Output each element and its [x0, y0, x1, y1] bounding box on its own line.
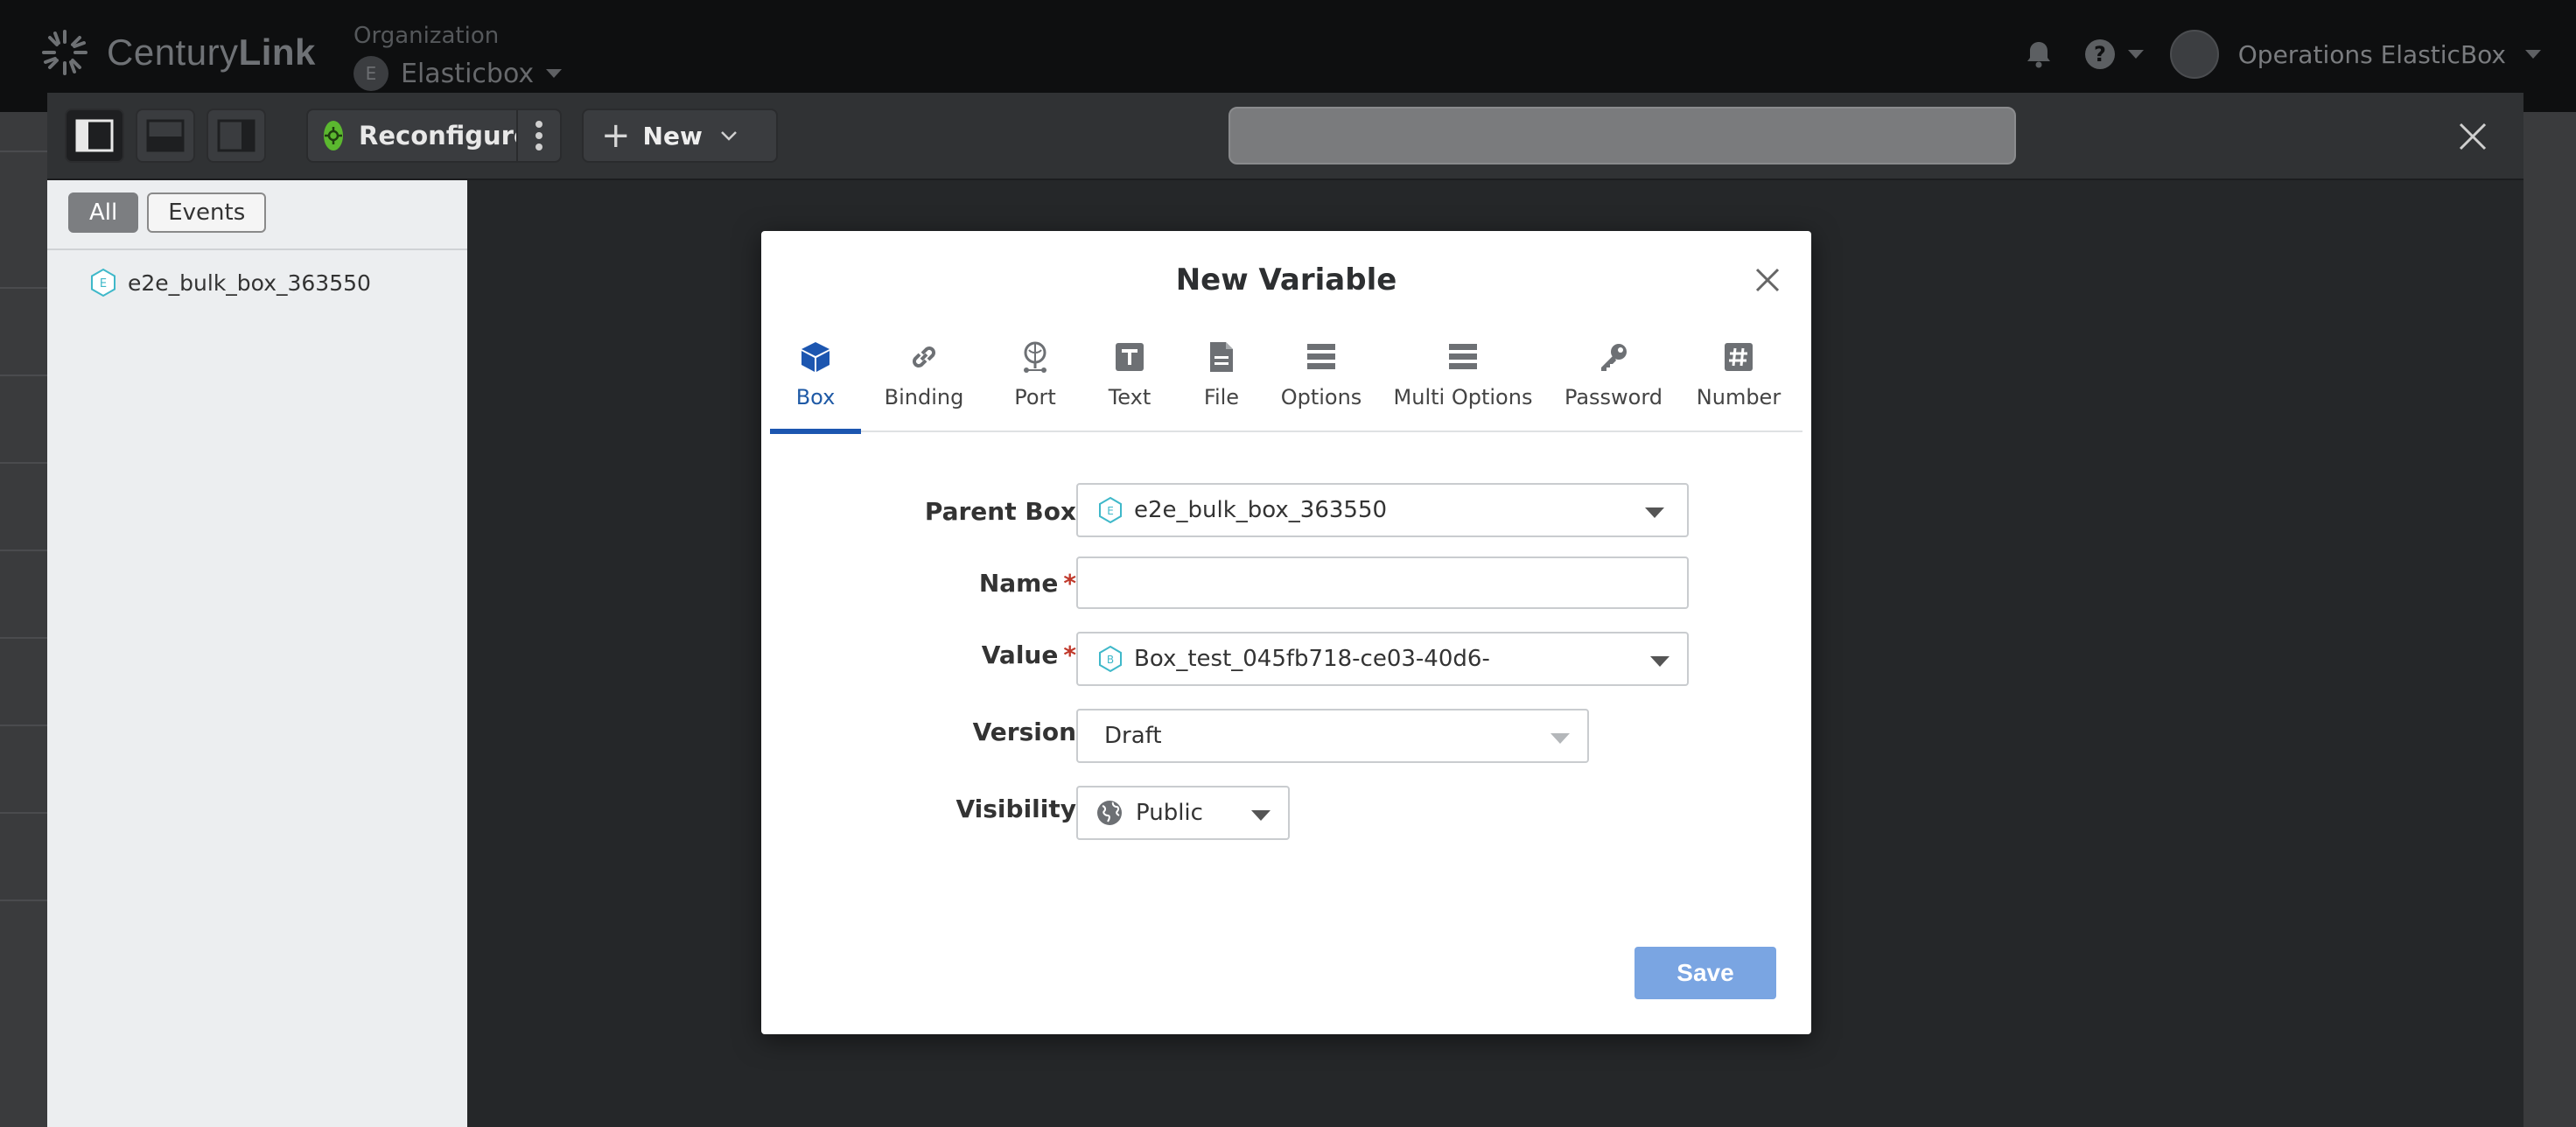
editor-toolbar: Reconfigure + New: [47, 93, 2524, 180]
layout-left-icon: [75, 119, 114, 152]
name-input[interactable]: [1076, 556, 1689, 609]
tab-file[interactable]: File: [1176, 327, 1267, 432]
tab-label: Multi Options: [1393, 385, 1533, 410]
box-badge-icon: E: [1099, 496, 1122, 524]
tab-label: Binding: [884, 385, 964, 410]
logo-text: CenturyLink: [107, 32, 316, 73]
bell-icon[interactable]: [2021, 37, 2056, 72]
tab-password[interactable]: Password: [1550, 327, 1676, 432]
layout-right-panel-button[interactable]: [206, 108, 266, 163]
tab-label: File: [1203, 385, 1240, 410]
chevron-down-icon: [2525, 50, 2541, 59]
tab-label: Password: [1564, 385, 1663, 410]
visibility-select[interactable]: Public: [1076, 786, 1290, 840]
value-select[interactable]: B Box_test_045fb718-ce03-40d6-: [1076, 632, 1689, 686]
value-label: Value *: [981, 640, 1076, 669]
text-icon: [1116, 343, 1144, 371]
user-name: Operations ElasticBox: [2237, 39, 2506, 69]
parent-box-label: Parent Box: [924, 497, 1076, 526]
organization-avatar: E: [354, 56, 388, 91]
plus-icon: +: [601, 116, 631, 156]
more-actions-button[interactable]: [516, 108, 562, 163]
filter-all-button[interactable]: All: [68, 192, 139, 233]
panel-divider: [47, 248, 467, 250]
tab-label: Text: [1108, 385, 1152, 410]
layout-bottom-panel-button[interactable]: [136, 108, 195, 163]
name-label: Name *: [978, 569, 1076, 598]
layout-right-icon: [217, 119, 256, 152]
port-icon: [1024, 341, 1046, 373]
tab-number[interactable]: Number: [1676, 327, 1801, 432]
chevron-down-icon: [2127, 50, 2144, 59]
chevron-down-icon: [546, 69, 563, 78]
centurylink-logo[interactable]: CenturyLink: [38, 26, 316, 79]
file-icon: [1210, 342, 1233, 372]
cube-icon: [802, 342, 830, 372]
organization-name: Elasticbox: [401, 58, 535, 89]
close-icon[interactable]: [1750, 262, 1785, 298]
left-panel: All Events E e2e_bulk_box_363550: [47, 180, 467, 1127]
version-value: Draft: [1104, 723, 1162, 749]
tree-item[interactable]: E e2e_bulk_box_363550: [89, 268, 371, 298]
tab-label: Options: [1280, 385, 1362, 410]
version-label: Version: [972, 718, 1076, 746]
svg-text:?: ?: [2094, 42, 2106, 66]
gear-icon: [324, 121, 343, 150]
filter-events-button[interactable]: Events: [147, 192, 267, 233]
layout-left-panel-button[interactable]: [65, 108, 124, 163]
chevron-down-icon: [1251, 810, 1270, 821]
parent-box-value: e2e_bulk_box_363550: [1134, 497, 1388, 523]
box-badge-icon: B: [1099, 645, 1122, 673]
tab-label: Port: [1014, 385, 1056, 410]
chevron-down-icon: [720, 131, 737, 141]
tab-port[interactable]: Port: [987, 327, 1083, 432]
version-select[interactable]: Draft: [1076, 709, 1589, 763]
new-label: New: [642, 121, 703, 150]
chevron-down-icon: [1645, 508, 1664, 518]
tab-binding[interactable]: Binding: [861, 327, 987, 432]
layout-bottom-icon: [146, 119, 185, 152]
centurylink-logo-icon: [42, 30, 88, 75]
chevron-down-icon: [1650, 656, 1670, 667]
reconfigure-button[interactable]: Reconfigure: [306, 108, 531, 163]
hash-icon: [1725, 343, 1753, 371]
visibility-value: Public: [1136, 800, 1203, 826]
help-menu[interactable]: ?: [2082, 37, 2144, 72]
svg-text:E: E: [1107, 505, 1114, 517]
tree-item-label: e2e_bulk_box_363550: [128, 270, 371, 296]
search-input[interactable]: [1228, 107, 2016, 164]
new-button[interactable]: + New: [582, 108, 778, 163]
tab-multi-options[interactable]: Multi Options: [1376, 327, 1550, 432]
link-icon: [913, 346, 935, 368]
save-button[interactable]: Save: [1634, 947, 1776, 999]
svg-text:E: E: [100, 277, 107, 290]
user-menu[interactable]: Operations ElasticBox: [2169, 30, 2541, 79]
help-icon: ?: [2084, 39, 2115, 69]
dialog-title: New Variable: [1175, 262, 1397, 298]
tab-box[interactable]: Box: [770, 327, 861, 434]
list-icon: [1307, 344, 1335, 369]
box-badge-icon: E: [91, 268, 116, 298]
tab-text[interactable]: Text: [1083, 327, 1176, 432]
user-avatar: [2169, 30, 2219, 79]
organization-switcher[interactable]: Organization E Elasticbox: [354, 23, 563, 91]
list-icon: [1449, 344, 1477, 369]
tab-label: Number: [1696, 385, 1782, 410]
tab-label: Box: [795, 385, 836, 410]
globe-icon: [1097, 801, 1122, 825]
svg-text:B: B: [1107, 654, 1114, 666]
tab-options[interactable]: Options: [1267, 327, 1376, 432]
visibility-label: Visibility: [956, 794, 1076, 823]
chevron-down-icon: [1550, 733, 1570, 744]
close-editor-icon[interactable]: [2455, 119, 2490, 154]
organization-label: Organization: [354, 23, 500, 49]
kebab-icon: [536, 121, 542, 150]
value-value: Box_test_045fb718-ce03-40d6-: [1134, 646, 1490, 672]
parent-box-select[interactable]: E e2e_bulk_box_363550: [1076, 483, 1689, 537]
new-variable-dialog: New Variable Box Binding Port Text File …: [761, 231, 1811, 1034]
reconfigure-label: Reconfigure: [359, 121, 531, 150]
variable-type-tabs: Box Binding Port Text File Options Multi…: [770, 327, 1802, 434]
key-icon: [1601, 344, 1627, 371]
